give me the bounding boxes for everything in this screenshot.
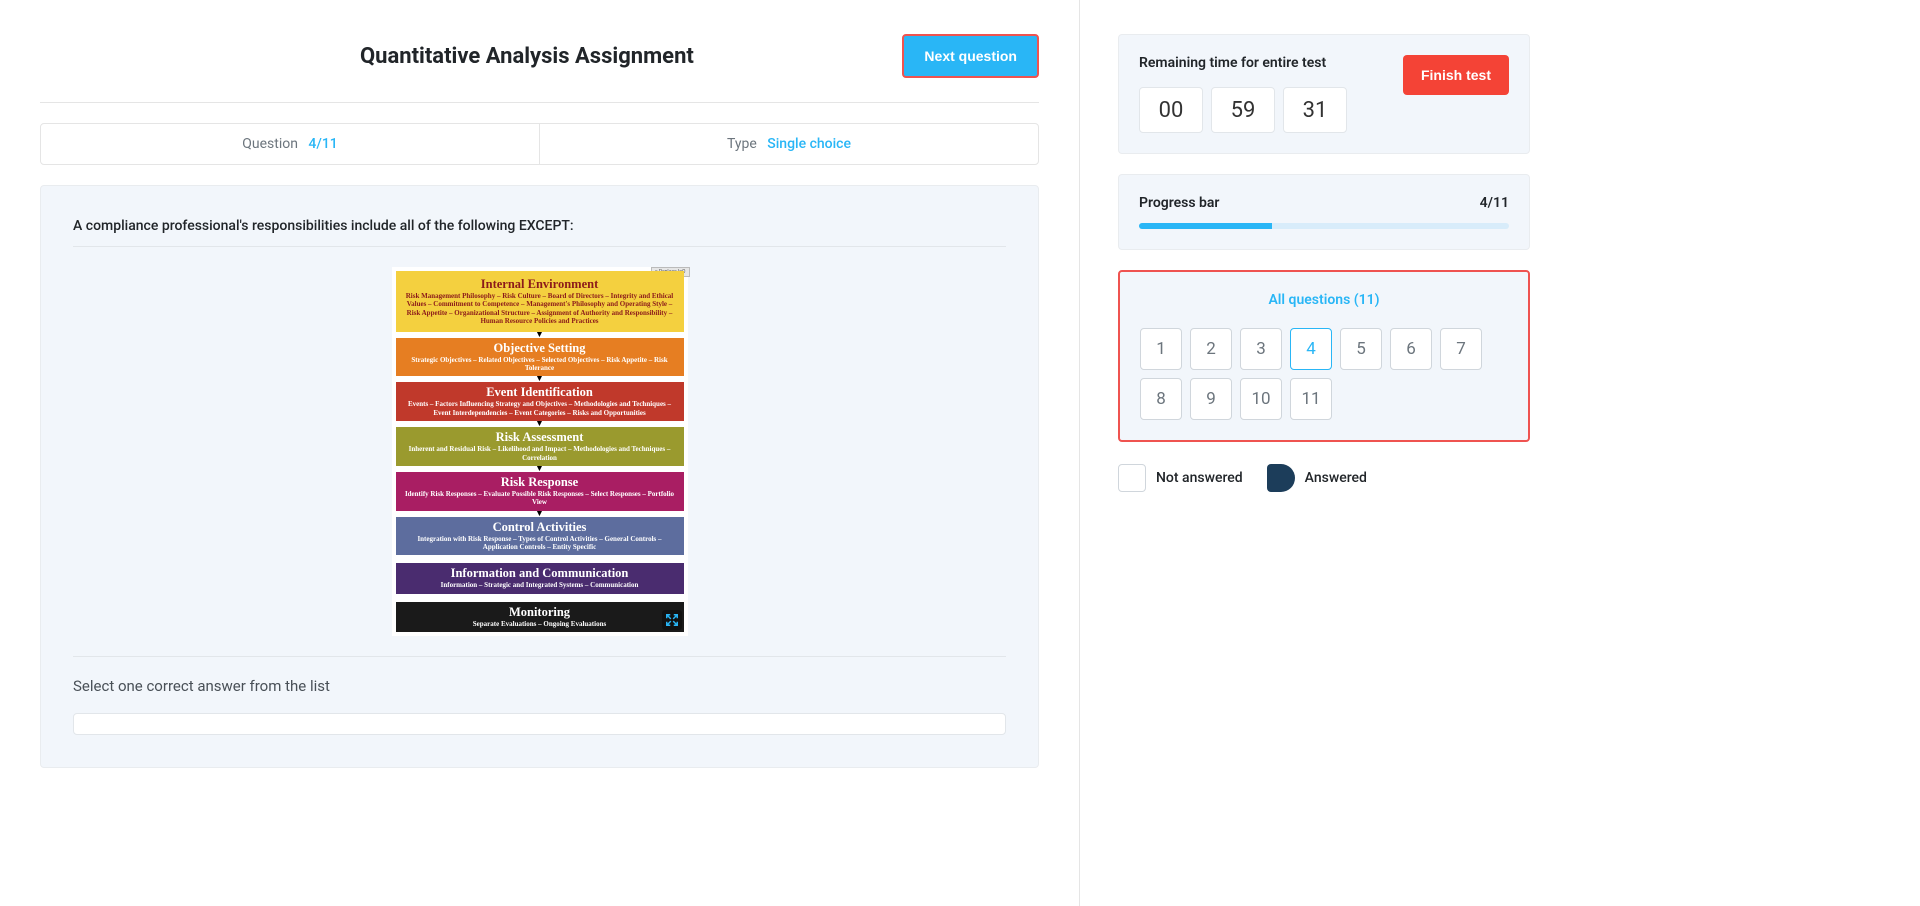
question-nav-1[interactable]: 1 — [1140, 328, 1182, 370]
coso-block-event-identification: Event Identification Events – Factors In… — [396, 382, 684, 421]
legend-not-answered-label: Not answered — [1156, 470, 1243, 486]
coso-sub: Information – Strategic and Integrated S… — [401, 581, 679, 589]
coso-sub: Events – Factors Influencing Strategy an… — [401, 400, 679, 417]
question-nav-11[interactable]: 11 — [1290, 378, 1332, 420]
coso-title: Risk Assessment — [401, 430, 679, 445]
question-nav-5[interactable]: 5 — [1340, 328, 1382, 370]
meta-question-value: 4/11 — [308, 136, 337, 152]
timer-label: Remaining time for entire test — [1139, 55, 1347, 71]
answer-options-area[interactable] — [73, 713, 1006, 735]
coso-title: Objective Setting — [401, 341, 679, 356]
question-nav-2[interactable]: 2 — [1190, 328, 1232, 370]
timer-hours: 00 — [1139, 87, 1203, 133]
question-nav-6[interactable]: 6 — [1390, 328, 1432, 370]
question-nav-10[interactable]: 10 — [1240, 378, 1282, 420]
progress-fill — [1139, 223, 1272, 229]
all-questions-panel: All questions (11) 1234567 891011 — [1118, 270, 1530, 442]
coso-title: Event Identification — [401, 385, 679, 400]
legend-not-answered-icon — [1118, 464, 1146, 492]
progress-track — [1139, 223, 1509, 229]
question-divider-top — [73, 246, 1006, 247]
assignment-title: Quantitative Analysis Assignment — [360, 44, 694, 69]
progress-value: 4/11 — [1480, 195, 1509, 211]
meta-question-cell: Question 4/11 — [41, 124, 539, 164]
legend-answered-label: Answered — [1305, 470, 1367, 486]
coso-gap — [396, 594, 684, 602]
meta-type-label: Type — [727, 136, 757, 152]
coso-sub: Risk Management Philosophy – Risk Cultur… — [401, 292, 679, 326]
progress-panel: Progress bar 4/11 — [1118, 174, 1530, 250]
timer-panel: Remaining time for entire test 00 59 31 … — [1118, 34, 1530, 154]
coso-block-risk-assessment: Risk Assessment Inherent and Residual Ri… — [396, 427, 684, 466]
meta-bar-wrap: Question 4/11 Type Single choice — [0, 123, 1079, 165]
question-nav-3[interactable]: 3 — [1240, 328, 1282, 370]
coso-sub: Strategic Objectives – Related Objective… — [401, 356, 679, 373]
coso-diagram: × Replace IoO Internal Environment Risk … — [392, 267, 688, 636]
meta-bar: Question 4/11 Type Single choice — [40, 123, 1039, 165]
next-question-button[interactable]: Next question — [902, 34, 1039, 78]
coso-block-monitoring: Monitoring Separate Evaluations – Ongoin… — [396, 602, 684, 632]
timer-seconds: 31 — [1283, 87, 1347, 133]
question-image-wrap: × Replace IoO Internal Environment Risk … — [73, 267, 1006, 636]
meta-type-value: Single choice — [767, 136, 851, 152]
timer-boxes: 00 59 31 — [1139, 87, 1347, 133]
header-divider — [40, 102, 1039, 103]
coso-title: Internal Environment — [401, 277, 679, 292]
question-nav-7[interactable]: 7 — [1440, 328, 1482, 370]
question-nav-4[interactable]: 4 — [1290, 328, 1332, 370]
legend-answered: Answered — [1267, 464, 1367, 492]
question-divider-bottom — [73, 656, 1006, 657]
finish-test-button[interactable]: Finish test — [1403, 55, 1509, 95]
coso-sub: Inherent and Residual Risk – Likelihood … — [401, 445, 679, 462]
question-navigator-grid: 1234567 891011 — [1140, 328, 1508, 420]
coso-block-risk-response: Risk Response Identify Risk Responses – … — [396, 472, 684, 511]
meta-type-cell: Type Single choice — [539, 124, 1038, 164]
coso-block-internal-environment: Internal Environment Risk Management Phi… — [396, 271, 684, 332]
coso-title: Risk Response — [401, 475, 679, 490]
coso-sub: Separate Evaluations – Ongoing Evaluatio… — [401, 620, 679, 628]
coso-gap — [396, 555, 684, 563]
timer-minutes: 59 — [1211, 87, 1275, 133]
coso-title: Information and Communication — [401, 566, 679, 581]
coso-block-information-communication: Information and Communication Informatio… — [396, 563, 684, 593]
all-questions-title: All questions (11) — [1140, 292, 1508, 308]
progress-label: Progress bar — [1139, 195, 1219, 211]
coso-title: Control Activities — [401, 520, 679, 535]
question-instruction: Select one correct answer from the list — [73, 677, 1006, 695]
meta-question-label: Question — [242, 136, 298, 152]
coso-block-objective-setting: Objective Setting Strategic Objectives –… — [396, 338, 684, 377]
expand-image-icon[interactable] — [662, 610, 682, 630]
coso-sub: Integration with Risk Response – Types o… — [401, 535, 679, 552]
question-nav-8[interactable]: 8 — [1140, 378, 1182, 420]
question-text: A compliance professional's responsibili… — [73, 218, 1006, 234]
legend: Not answered Answered — [1118, 462, 1530, 492]
legend-not-answered: Not answered — [1118, 464, 1243, 492]
legend-answered-icon — [1267, 464, 1295, 492]
question-body: A compliance professional's responsibili… — [40, 185, 1039, 768]
coso-title: Monitoring — [401, 605, 679, 620]
coso-sub: Identify Risk Responses – Evaluate Possi… — [401, 490, 679, 507]
side-column: Remaining time for entire test 00 59 31 … — [1080, 0, 1920, 906]
coso-block-control-activities: Control Activities Integration with Risk… — [396, 517, 684, 556]
header-row: Quantitative Analysis Assignment Next qu… — [0, 0, 1079, 102]
question-nav-9[interactable]: 9 — [1190, 378, 1232, 420]
main-column: Quantitative Analysis Assignment Next qu… — [0, 0, 1080, 906]
